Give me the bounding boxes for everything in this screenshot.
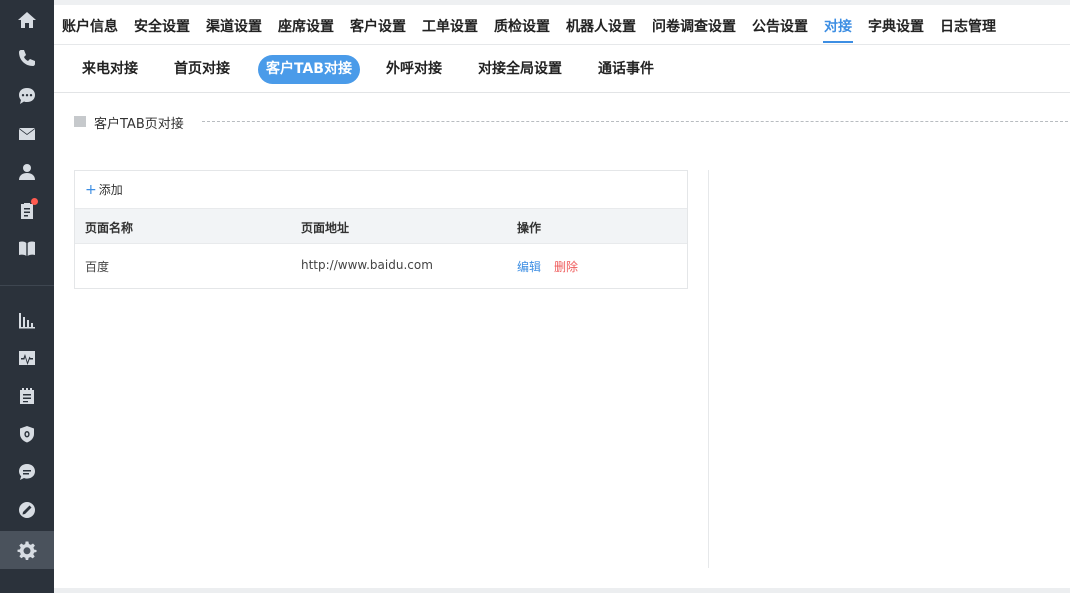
section-divider — [202, 121, 1068, 122]
column-header-actions: 操作 — [517, 221, 542, 235]
add-button[interactable]: + 添加 — [85, 181, 123, 198]
chat-icon[interactable] — [0, 77, 54, 115]
sub-tabs: 来电对接 首页对接 客户TAB对接 外呼对接 对接全局设置 通话事件 — [54, 45, 1070, 93]
nav-security-settings[interactable]: 安全设置 — [134, 16, 190, 36]
nav-log-management[interactable]: 日志管理 — [940, 16, 996, 36]
column-header-page-name: 页面名称 — [85, 221, 134, 235]
nav-dictionary-settings[interactable]: 字典设置 — [868, 16, 924, 36]
bottom-scrollbar[interactable] — [54, 588, 1070, 593]
tab-homepage[interactable]: 首页对接 — [174, 55, 230, 84]
link-icon[interactable] — [0, 491, 54, 529]
phone-icon[interactable] — [0, 39, 54, 77]
delete-link[interactable]: 删除 — [554, 258, 578, 275]
nav-account-info[interactable]: 账户信息 — [62, 16, 118, 36]
nav-customer-settings[interactable]: 客户设置 — [350, 16, 406, 36]
bar-chart-icon[interactable] — [0, 301, 54, 339]
table-header: 页面名称 页面地址 操作 — [75, 208, 687, 244]
column-header-page-url: 页面地址 — [301, 221, 350, 235]
notepad-icon[interactable] — [0, 377, 54, 415]
cell-page-url: http://www.baidu.com — [301, 258, 433, 272]
section-title: 客户TAB页对接 — [94, 117, 184, 132]
user-icon[interactable] — [0, 153, 54, 191]
nav-active-indicator — [823, 41, 853, 43]
nav-qa-settings[interactable]: 质检设置 — [494, 16, 550, 36]
panel-divider — [708, 170, 709, 568]
home-icon[interactable] — [0, 1, 54, 39]
clipboard-icon[interactable] — [0, 191, 54, 229]
cell-page-name: 百度 — [85, 260, 110, 274]
nav-integration[interactable]: 对接 — [824, 16, 852, 36]
table-row: 百度 http://www.baidu.com 编辑 删除 — [75, 244, 687, 288]
section-marker — [74, 116, 86, 127]
message-icon[interactable] — [0, 453, 54, 491]
mail-icon[interactable] — [0, 115, 54, 153]
book-icon[interactable] — [0, 229, 54, 267]
nav-channel-settings[interactable]: 渠道设置 — [206, 16, 262, 36]
nav-ticket-settings[interactable]: 工单设置 — [422, 16, 478, 36]
tab-call-events[interactable]: 通话事件 — [598, 55, 654, 84]
tab-global-settings[interactable]: 对接全局设置 — [478, 55, 562, 84]
sidebar — [0, 0, 54, 593]
shield-icon[interactable] — [0, 415, 54, 453]
add-button-label: 添加 — [98, 183, 123, 197]
nav-seat-settings[interactable]: 座席设置 — [278, 16, 334, 36]
sidebar-divider — [0, 285, 54, 286]
monitor-icon[interactable] — [0, 339, 54, 377]
gear-icon[interactable] — [0, 531, 54, 569]
tab-customer-tab[interactable]: 客户TAB对接 — [258, 55, 360, 84]
tab-page-table: + 添加 页面名称 页面地址 操作 百度 http://www.baidu.com… — [74, 170, 688, 289]
plus-icon: + — [85, 182, 97, 198]
tab-outbound-call[interactable]: 外呼对接 — [386, 55, 442, 84]
edit-link[interactable]: 编辑 — [517, 258, 541, 275]
nav-robot-settings[interactable]: 机器人设置 — [566, 16, 636, 36]
top-nav: 账户信息 安全设置 渠道设置 座席设置 客户设置 工单设置 质检设置 机器人设置… — [54, 0, 1070, 45]
notification-dot — [31, 198, 38, 205]
nav-survey-settings[interactable]: 问卷调查设置 — [652, 16, 736, 36]
tab-incoming-call[interactable]: 来电对接 — [82, 55, 138, 84]
nav-announcement-settings[interactable]: 公告设置 — [752, 16, 808, 36]
